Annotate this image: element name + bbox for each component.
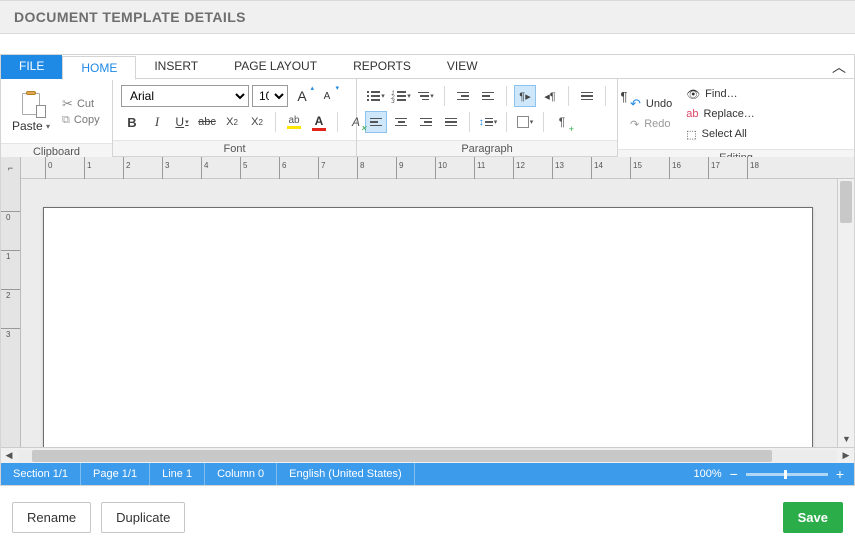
decrease-indent-button[interactable]	[452, 85, 474, 107]
page-header: DOCUMENT TEMPLATE DETAILS	[0, 0, 855, 34]
status-bar: Section 1/1 Page 1/1 Line 1 Column 0 Eng…	[1, 463, 854, 485]
undo-button[interactable]: ↶Undo	[626, 95, 676, 113]
paste-button[interactable]: Paste ▾	[9, 83, 53, 139]
align-justify-button[interactable]	[440, 111, 462, 133]
page-title: DOCUMENT TEMPLATE DETAILS	[14, 9, 246, 25]
tab-reports[interactable]: REPORTS	[335, 55, 429, 79]
status-section[interactable]: Section 1/1	[1, 463, 81, 485]
redo-button[interactable]: ↷Redo	[626, 115, 676, 133]
strikethrough-button[interactable]: abc	[196, 111, 218, 133]
vertical-scrollbar[interactable]: ▲ ▼	[837, 179, 854, 447]
align-center-button[interactable]	[390, 111, 412, 133]
rtl-button[interactable]: ◂¶	[539, 85, 561, 107]
multilevel-list-button[interactable]: ▾	[415, 85, 437, 107]
align-left-button[interactable]	[365, 111, 387, 133]
copy-icon: ⧉	[62, 114, 70, 127]
replace-icon: ab	[686, 108, 698, 120]
group-label-paragraph: Paragraph	[357, 140, 617, 156]
page-footer: Rename Duplicate Save	[0, 486, 855, 533]
find-button[interactable]: 👁Find…	[682, 85, 759, 103]
bold-button[interactable]: B	[121, 111, 143, 133]
paragraph-insert-button[interactable]: ¶+	[551, 111, 573, 133]
hscroll-thumb[interactable]	[32, 450, 772, 462]
zoom-percent[interactable]: 100%	[693, 468, 721, 480]
document-page[interactable]	[43, 207, 813, 447]
scissors-icon: ✂	[62, 96, 73, 112]
group-clipboard: Paste ▾ ✂Cut ⧉Copy Clipboard	[1, 79, 113, 156]
numbered-list-button[interactable]: 123▾	[390, 85, 412, 107]
ruler-corner-icon[interactable]: ⌐	[1, 157, 21, 179]
subscript-button[interactable]: X2	[221, 111, 243, 133]
group-label-font: Font	[113, 140, 356, 156]
status-page[interactable]: Page 1/1	[81, 463, 150, 485]
zoom-control: 100% − +	[683, 466, 854, 482]
select-all-icon: ⬚	[686, 128, 696, 141]
status-language[interactable]: English (United States)	[277, 463, 415, 485]
ruler-horizontal[interactable]: ⌐ 0123456789101112131415161718	[1, 157, 854, 179]
undo-icon: ↶	[630, 96, 641, 112]
chevron-down-icon: ▾	[46, 122, 50, 131]
line-spacing-button[interactable]: ↕▾	[477, 111, 499, 133]
group-font: Arial 10 A▴ A▾ B I U▾ abc X2 X2 ab A A✕	[113, 79, 357, 156]
zoom-out-button[interactable]: −	[730, 466, 738, 482]
scroll-left-icon[interactable]: ◀	[1, 450, 17, 461]
zoom-slider[interactable]	[746, 473, 828, 476]
zoom-in-button[interactable]: +	[836, 466, 844, 482]
duplicate-button[interactable]: Duplicate	[101, 502, 185, 533]
shading-button[interactable]: ▾	[514, 111, 536, 133]
document-canvas[interactable]	[21, 179, 837, 447]
superscript-button[interactable]: X2	[246, 111, 268, 133]
scroll-thumb[interactable]	[840, 181, 852, 223]
cut-button[interactable]: ✂Cut	[59, 96, 103, 112]
binoculars-icon: 👁	[686, 88, 700, 101]
group-paragraph: ▾ 123▾ ▾ ¶▸ ◂¶ ¶	[357, 79, 618, 156]
select-all-button[interactable]: ⬚Select All	[682, 125, 759, 143]
ltr-button[interactable]: ¶▸	[514, 85, 536, 107]
status-column[interactable]: Column 0	[205, 463, 277, 485]
highlight-color-button[interactable]: ab	[283, 111, 305, 133]
group-editing: ↶Undo ↷Redo 👁Find… abReplace… ⬚Select Al…	[618, 79, 854, 156]
save-button[interactable]: Save	[783, 502, 843, 533]
copy-button[interactable]: ⧉Copy	[59, 114, 103, 127]
tab-file[interactable]: FILE	[1, 55, 62, 79]
status-empty	[415, 463, 439, 485]
replace-button[interactable]: abReplace…	[682, 105, 759, 123]
clear-formatting-button[interactable]: A✕	[345, 111, 367, 133]
shrink-font-button[interactable]: A▾	[316, 85, 338, 107]
rich-text-editor: FILE HOME INSERT PAGE LAYOUT REPORTS VIE…	[0, 54, 855, 486]
italic-button[interactable]: I	[146, 111, 168, 133]
align-right-button[interactable]	[415, 111, 437, 133]
align-vertical-button[interactable]	[576, 85, 598, 107]
collapse-ribbon-icon[interactable]: ︿	[824, 57, 854, 77]
paste-icon	[19, 89, 43, 117]
font-color-button[interactable]: A	[308, 111, 330, 133]
font-name-select[interactable]: Arial	[121, 85, 249, 107]
ruler-vertical[interactable]: 0123	[1, 179, 21, 447]
document-viewport: ⌐ 0123456789101112131415161718 0123 ▲ ▼ …	[1, 157, 854, 485]
tab-home[interactable]: HOME	[62, 56, 136, 80]
tab-view[interactable]: VIEW	[429, 55, 496, 79]
status-line[interactable]: Line 1	[150, 463, 205, 485]
bulleted-list-button[interactable]: ▾	[365, 85, 387, 107]
scroll-down-icon[interactable]: ▼	[838, 431, 855, 447]
scroll-right-icon[interactable]: ▶	[838, 450, 854, 461]
grow-font-button[interactable]: A▴	[291, 85, 313, 107]
redo-icon: ↷	[630, 118, 639, 131]
tab-insert[interactable]: INSERT	[136, 55, 216, 79]
underline-button[interactable]: U▾	[171, 111, 193, 133]
font-size-select[interactable]: 10	[252, 85, 288, 107]
rename-button[interactable]: Rename	[12, 502, 91, 533]
ribbon-body: Paste ▾ ✂Cut ⧉Copy Clipboard Arial 10 A▴…	[1, 79, 854, 157]
tab-page-layout[interactable]: PAGE LAYOUT	[216, 55, 335, 79]
horizontal-scrollbar[interactable]: ◀ ▶	[1, 447, 854, 463]
increase-indent-button[interactable]	[477, 85, 499, 107]
ribbon-tabs: FILE HOME INSERT PAGE LAYOUT REPORTS VIE…	[1, 55, 854, 79]
